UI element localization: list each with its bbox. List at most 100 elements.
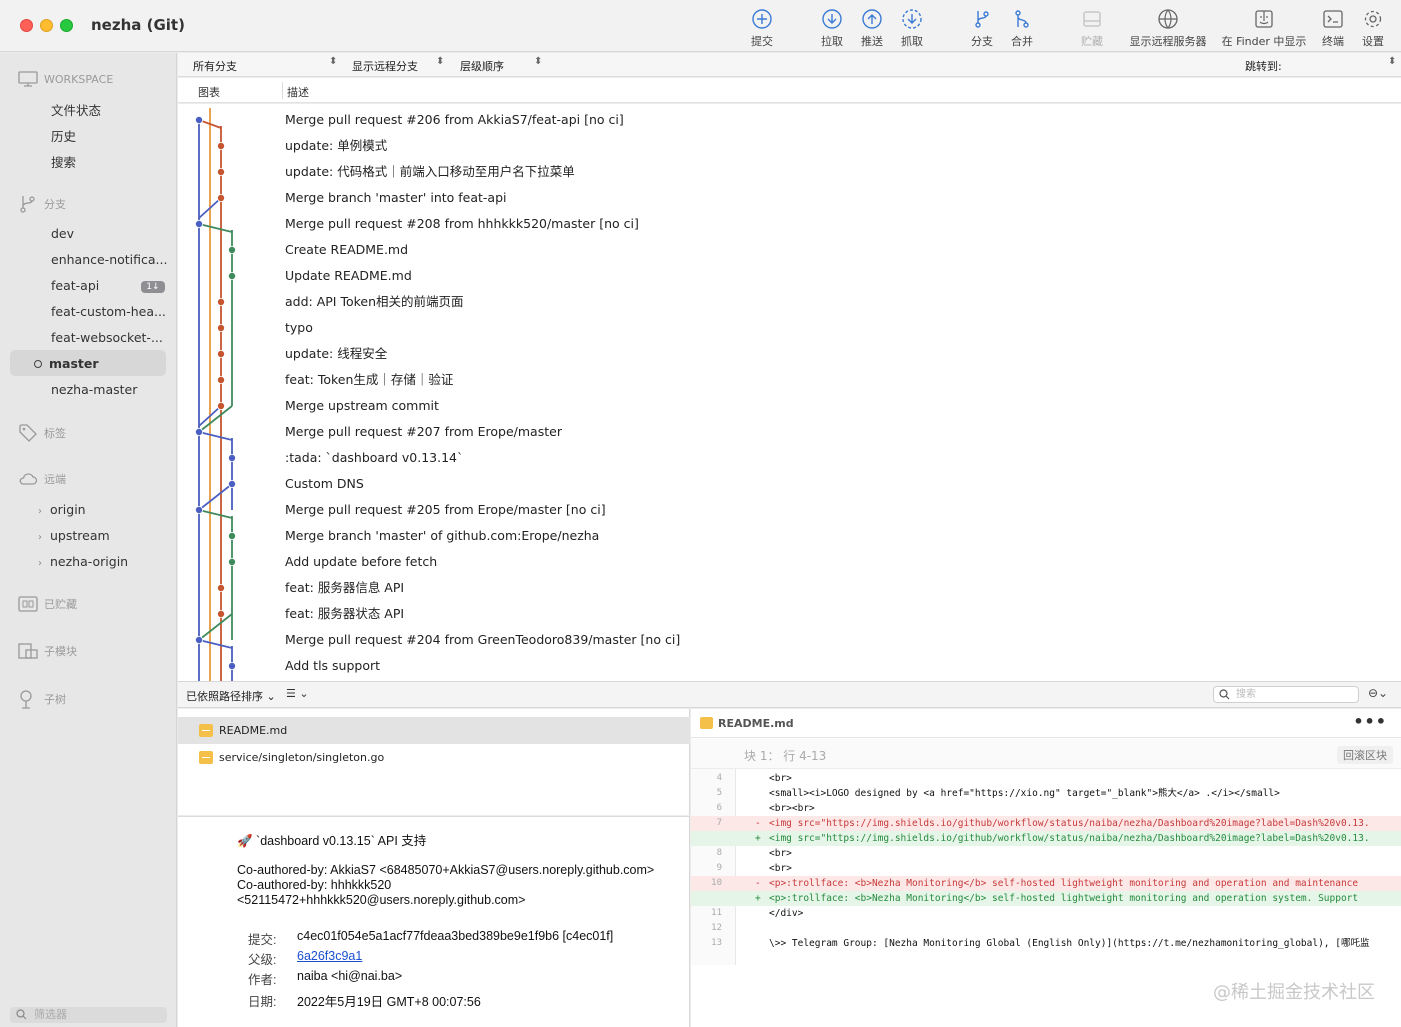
stashes-section[interactable]: 已贮藏 xyxy=(18,595,77,613)
subtrees-section[interactable]: 子树 xyxy=(18,689,66,709)
file-row-readme[interactable]: README.md xyxy=(178,717,690,744)
more-options-icon[interactable]: ⊖⌄ xyxy=(1368,686,1388,700)
select-arrows-icon[interactable]: ⬍ xyxy=(534,56,542,67)
commit-row[interactable]: Custom DNS xyxy=(285,471,364,497)
commit-row[interactable]: update: 线程安全 xyxy=(285,341,387,367)
commit-row[interactable]: Merge branch 'master' into feat-api xyxy=(285,185,507,211)
merge-button[interactable]: 合并 xyxy=(1008,8,1036,49)
chevron-right-icon[interactable]: › xyxy=(38,532,42,543)
commit-row[interactable]: Create README.md xyxy=(285,237,408,263)
sidebar-filter-input[interactable]: 筛选器 xyxy=(10,1007,167,1023)
branches-section[interactable]: 分支 xyxy=(18,194,66,214)
commit-button[interactable]: 提交 xyxy=(748,8,776,49)
monitor-icon xyxy=(18,71,38,87)
submodules-section[interactable]: 子模块 xyxy=(18,642,77,660)
show-remote-button[interactable]: 显示远程服务器 xyxy=(1126,8,1210,49)
commit-row[interactable]: Add tls support xyxy=(285,653,380,679)
commit-row[interactable]: Merge pull request #207 from Erope/maste… xyxy=(285,419,562,445)
commit-node xyxy=(217,168,226,177)
commit-row[interactable]: :tada: `dashboard v0.13.14` xyxy=(285,445,463,471)
diff-line[interactable]: 11 </div> xyxy=(691,906,1401,921)
discard-hunk-button[interactable]: 回滚区块 xyxy=(1337,746,1393,764)
commit-row[interactable]: feat: 服务器状态 API xyxy=(285,601,404,627)
diff-line[interactable]: 5 <small><i>LOGO designed by <a href="ht… xyxy=(691,786,1401,801)
close-window-button[interactable] xyxy=(20,19,33,32)
diff-marker: - xyxy=(755,878,761,889)
diff-marker: - xyxy=(755,818,761,829)
sidebar-remote-upstream[interactable]: › upstream xyxy=(38,528,110,543)
commit-row[interactable]: typo xyxy=(285,315,313,341)
branch-filter-select[interactable]: 所有分支 xyxy=(193,58,237,74)
sidebar-branch-dev[interactable]: dev xyxy=(51,226,74,241)
file-row-singleton[interactable]: service/singleton/singleton.go xyxy=(178,744,690,771)
order-select[interactable]: 层级顺序 xyxy=(460,58,504,74)
commit-row[interactable]: feat: Token生成｜存储｜验证 xyxy=(285,367,453,393)
diff-line[interactable]: 9 <br> xyxy=(691,861,1401,876)
select-arrows-icon[interactable]: ⬍ xyxy=(1388,56,1396,67)
diff-line[interactable]: 10 - <p>:trollface: <b>Nezha Monitoring</… xyxy=(691,876,1401,891)
minimize-window-button[interactable] xyxy=(40,19,53,32)
diff-line[interactable]: + <p>:trollface: <b>Nezha Monitoring</b>… xyxy=(691,891,1401,906)
sidebar-remote-origin[interactable]: › origin xyxy=(38,502,86,517)
description-column-header[interactable]: 描述 xyxy=(287,84,309,100)
sidebar-item-file-status[interactable]: 文件状态 xyxy=(51,100,101,119)
graph-column-header[interactable]: 图表 xyxy=(198,84,220,100)
settings-button[interactable]: 设置 xyxy=(1359,8,1387,49)
terminal-button[interactable]: 终端 xyxy=(1319,8,1347,49)
show-in-finder-button[interactable]: 在 Finder 中显示 xyxy=(1219,8,1309,49)
commit-row[interactable]: Merge pull request #205 from Erope/maste… xyxy=(285,497,606,523)
file-search-input[interactable]: 搜索 xyxy=(1213,686,1359,703)
diff-line[interactable]: 12 xyxy=(691,921,1401,936)
sidebar-item-search[interactable]: 搜索 xyxy=(51,152,76,171)
diff-line[interactable]: 13 \>> Telegram Group: [Nezha Monitoring … xyxy=(691,936,1401,951)
diff-line[interactable]: 6 <br><br> xyxy=(691,801,1401,816)
chevron-right-icon[interactable]: › xyxy=(38,506,42,517)
commit-node xyxy=(217,375,226,384)
tags-section[interactable]: 标签 xyxy=(18,423,66,443)
select-arrows-icon[interactable]: ⬍ xyxy=(436,56,444,67)
select-arrows-icon[interactable]: ⬍ xyxy=(329,56,337,67)
commit-row[interactable]: add: API Token相关的前端页面 xyxy=(285,289,464,315)
commit-row[interactable]: Merge upstream commit xyxy=(285,393,439,419)
commit-row[interactable]: Add update before fetch xyxy=(285,549,437,575)
commit-row[interactable]: update: 代码格式｜前端入口移动至用户名下拉菜单 xyxy=(285,159,575,185)
sidebar-branch-master[interactable]: master xyxy=(34,356,99,371)
column-divider[interactable] xyxy=(282,82,283,99)
stash-button[interactable]: 贮藏 xyxy=(1078,8,1106,49)
diff-header: README.md ••• xyxy=(691,709,1401,738)
ellipsis-menu-icon[interactable]: ••• xyxy=(1353,712,1387,731)
sidebar-remote-nezha-origin[interactable]: › nezha-origin xyxy=(38,554,128,569)
sidebar-branch-feat-custom-header[interactable]: feat-custom-hea... xyxy=(51,304,166,319)
sidebar-branch-nezha-master[interactable]: nezha-master xyxy=(51,382,137,397)
maximize-window-button[interactable] xyxy=(60,19,73,32)
fetch-button[interactable]: 抓取 xyxy=(898,8,926,49)
sidebar-branch-feat-api[interactable]: feat-api 1↓ xyxy=(51,278,165,293)
commit-row[interactable]: Update README.md xyxy=(285,263,412,289)
commit-row[interactable]: Merge pull request #204 from GreenTeodor… xyxy=(285,627,680,653)
list-view-icon[interactable]: ☰ ⌄ xyxy=(286,687,309,700)
commit-row[interactable]: feat: 服务器信息 API xyxy=(285,575,404,601)
jump-to-select[interactable]: 跳转到: xyxy=(1245,58,1282,74)
commit-list[interactable]: Merge pull request #206 from AkkiaS7/fea… xyxy=(178,104,1401,681)
sidebar-branch-feat-websocket[interactable]: feat-websocket-... xyxy=(51,330,163,345)
changed-files-list: README.md service/singleton/singleton.go xyxy=(178,709,690,815)
pull-button[interactable]: 拉取 xyxy=(818,8,846,49)
branch-button[interactable]: 分支 xyxy=(968,8,996,49)
diff-line[interactable]: 7 - <img src="https://img.shields.io/githu… xyxy=(691,816,1401,831)
commit-row[interactable]: Merge pull request #208 from hhhkkk520/m… xyxy=(285,211,639,237)
push-button[interactable]: 推送 xyxy=(858,8,886,49)
sidebar-item-history[interactable]: 历史 xyxy=(51,126,76,145)
commit-node xyxy=(228,662,237,671)
commit-row[interactable]: Merge pull request #206 from AkkiaS7/fea… xyxy=(285,107,624,133)
sidebar-branch-enhance-notification[interactable]: enhance-notifica... xyxy=(51,252,167,267)
parent-link[interactable]: 6a26f3c9a1 xyxy=(297,949,362,963)
diff-line[interactable]: 8 <br> xyxy=(691,846,1401,861)
sort-select[interactable]: 已依照路径排序 ⌄ xyxy=(186,688,276,704)
commit-row[interactable]: update: 单例模式 xyxy=(285,133,387,159)
commit-row[interactable]: Merge branch 'master' of github.com:Erop… xyxy=(285,523,599,549)
remote-branch-select[interactable]: 显示远程分支 xyxy=(352,58,418,74)
chevron-right-icon[interactable]: › xyxy=(38,558,42,569)
diff-line[interactable]: + <img src="https://img.shields.io/github… xyxy=(691,831,1401,846)
remotes-section[interactable]: 远端 xyxy=(18,470,66,488)
diff-line[interactable]: 4 <br> xyxy=(691,771,1401,786)
